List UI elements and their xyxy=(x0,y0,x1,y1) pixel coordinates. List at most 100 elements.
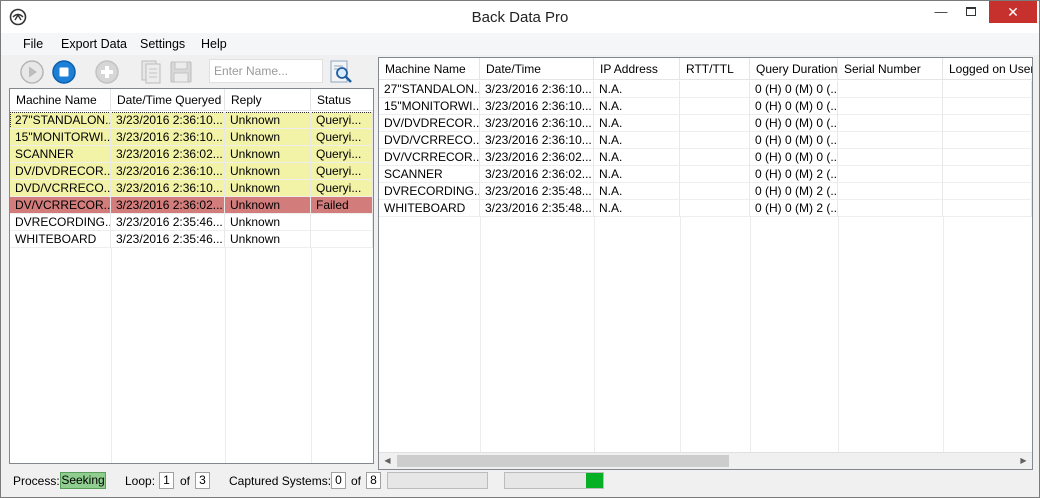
loop-progress-fill xyxy=(586,473,603,488)
name-search-input[interactable] xyxy=(209,59,323,83)
column-header-logged-on-user[interactable]: Logged on User xyxy=(943,58,1032,80)
date-time-cell: 3/23/2016 2:36:02... xyxy=(111,197,225,214)
logged-on-user-cell xyxy=(943,115,1032,132)
save-button[interactable] xyxy=(168,59,194,85)
column-header-machine-name[interactable]: Machine Name xyxy=(379,58,480,80)
document-button[interactable] xyxy=(138,59,164,85)
title-bar[interactable]: Back Data Pro — ✕ xyxy=(1,1,1039,33)
column-header-query-duration[interactable]: Query Duration xyxy=(750,58,838,80)
rtt-ttl-cell xyxy=(680,115,750,132)
status-cell: Queryi... xyxy=(311,112,373,129)
table-row[interactable]: DV/VCRRECOR... 3/23/2016 2:36:02... N.A. 0 … xyxy=(379,149,1032,166)
play-icon xyxy=(20,60,44,84)
ip-address-cell: N.A. xyxy=(594,115,680,132)
serial-number-cell xyxy=(838,166,943,183)
column-header-reply[interactable]: Reply xyxy=(225,89,311,111)
column-header-ip-address[interactable]: IP Address xyxy=(594,58,680,80)
table-row[interactable]: DV/DVDRECOR... 3/23/2016 2:36:10... N.A. 0 … xyxy=(379,115,1032,132)
table-row[interactable]: WHITEBOARD 3/23/2016 2:35:46... Unknown xyxy=(10,231,373,248)
ip-address-cell: N.A. xyxy=(594,183,680,200)
menu-export-data[interactable]: Export Data xyxy=(61,37,127,51)
query-duration-cell: 0 (H) 0 (M) 2 (... xyxy=(750,200,838,217)
reply-cell: Unknown xyxy=(225,112,311,129)
machine-name-cell: DV/VCRRECOR... xyxy=(10,197,111,214)
table-row[interactable]: 15"MONITORWI... 3/23/2016 2:36:10... N.A. 0… xyxy=(379,98,1032,115)
reply-cell: Unknown xyxy=(225,146,311,163)
rtt-ttl-cell xyxy=(680,149,750,166)
play-button[interactable] xyxy=(19,59,45,85)
add-icon xyxy=(95,60,119,84)
scroll-left-icon[interactable]: ◀ xyxy=(379,453,396,469)
column-divider xyxy=(943,216,944,453)
machine-name-cell: DVRECORDING... xyxy=(379,183,480,200)
machine-name-cell: DV/DVDRECOR... xyxy=(10,163,111,180)
serial-number-cell xyxy=(838,98,943,115)
ip-address-cell: N.A. xyxy=(594,166,680,183)
reply-cell: Unknown xyxy=(225,197,311,214)
column-header-rtt-ttl[interactable]: RTT/TTL xyxy=(680,58,750,80)
search-button[interactable] xyxy=(328,59,354,85)
column-header-serial-number[interactable]: Serial Number xyxy=(838,58,943,80)
table-row[interactable]: DVRECORDING... 3/23/2016 2:35:46... Unknow… xyxy=(10,214,373,231)
table-row[interactable]: WHITEBOARD 3/23/2016 2:35:48... N.A. 0 (H) … xyxy=(379,200,1032,217)
status-cell: Failed xyxy=(311,197,373,214)
table-row[interactable]: 15"MONITORWI... 3/23/2016 2:36:10... Unkno… xyxy=(10,129,373,146)
query-duration-cell: 0 (H) 0 (M) 0 (... xyxy=(750,81,838,98)
ip-address-cell: N.A. xyxy=(594,98,680,115)
column-header-status[interactable]: Status xyxy=(311,89,373,111)
machine-name-cell: DVD/VCRRECO... xyxy=(379,132,480,149)
table-row[interactable]: DVD/VCRRECO... 3/23/2016 2:36:10... Unknow… xyxy=(10,180,373,197)
menu-file[interactable]: File xyxy=(23,37,43,51)
date-time-cell: 3/23/2016 2:35:46... xyxy=(111,214,225,231)
query-duration-cell: 0 (H) 0 (M) 0 (... xyxy=(750,98,838,115)
machine-query-table-header: Machine Name Date/Time Queryed Reply Sta… xyxy=(10,89,373,111)
document-icon xyxy=(141,60,161,84)
rtt-ttl-cell xyxy=(680,98,750,115)
menu-bar: File Export Data Settings Help xyxy=(1,33,1039,55)
maximize-button[interactable] xyxy=(956,1,986,23)
minimize-icon: — xyxy=(934,4,948,19)
logged-on-user-cell xyxy=(943,132,1032,149)
reply-cell: Unknown xyxy=(225,129,311,146)
horizontal-scrollbar[interactable]: ◀ ▶ xyxy=(379,452,1032,469)
table-row[interactable]: DVRECORDING... 3/23/2016 2:35:48... N.A. 0 … xyxy=(379,183,1032,200)
table-row[interactable]: DV/DVDRECOR... 3/23/2016 2:36:10... Unknow… xyxy=(10,163,373,180)
reply-cell: Unknown xyxy=(225,180,311,197)
menu-help[interactable]: Help xyxy=(201,37,227,51)
scroll-thumb[interactable] xyxy=(397,455,729,467)
query-duration-cell: 0 (H) 0 (M) 2 (... xyxy=(750,183,838,200)
close-button[interactable]: ✕ xyxy=(989,1,1037,23)
captured-systems-table[interactable]: Machine Name Date/Time IP Address RTT/TT… xyxy=(378,57,1033,470)
date-time-cell: 3/23/2016 2:36:10... xyxy=(480,98,594,115)
date-time-cell: 3/23/2016 2:35:48... xyxy=(480,183,594,200)
machine-name-cell: DV/DVDRECOR... xyxy=(379,115,480,132)
column-header-date-time-queryed[interactable]: Date/Time Queryed xyxy=(111,89,225,111)
machine-query-table[interactable]: Machine Name Date/Time Queryed Reply Sta… xyxy=(9,88,374,464)
menu-settings[interactable]: Settings xyxy=(140,37,185,51)
column-header-date-time[interactable]: Date/Time xyxy=(480,58,594,80)
minimize-button[interactable]: — xyxy=(926,1,956,23)
captured-of-label: of xyxy=(351,474,362,488)
add-button[interactable] xyxy=(94,59,120,85)
table-row[interactable]: 27"STANDALON... 3/23/2016 2:36:10... Unkno… xyxy=(10,112,373,129)
table-row[interactable]: DVD/VCRRECO... 3/23/2016 2:36:10... N.A. 0 … xyxy=(379,132,1032,149)
logged-on-user-cell xyxy=(943,166,1032,183)
captured-progress-bar xyxy=(387,472,488,489)
date-time-cell: 3/23/2016 2:36:10... xyxy=(111,112,225,129)
column-header-machine-name[interactable]: Machine Name xyxy=(10,89,111,111)
ip-address-cell: N.A. xyxy=(594,200,680,217)
loop-label: Loop: xyxy=(125,474,156,488)
scroll-right-icon[interactable]: ▶ xyxy=(1015,453,1032,469)
date-time-cell: 3/23/2016 2:36:10... xyxy=(111,163,225,180)
status-cell xyxy=(311,214,373,231)
logged-on-user-cell xyxy=(943,98,1032,115)
rtt-ttl-cell xyxy=(680,183,750,200)
table-row[interactable]: DV/VCRRECOR... 3/23/2016 2:36:02... Unknow… xyxy=(10,197,373,214)
table-row[interactable]: 27"STANDALON... 3/23/2016 2:36:10... N.A. 0… xyxy=(379,81,1032,98)
machine-name-cell: 27"STANDALON... xyxy=(10,112,111,129)
table-row[interactable]: SCANNER 3/23/2016 2:36:02... N.A. 0 (H) 0 (… xyxy=(379,166,1032,183)
machine-name-cell: 15"MONITORWI... xyxy=(10,129,111,146)
stop-button[interactable] xyxy=(51,59,77,85)
query-duration-cell: 0 (H) 0 (M) 0 (... xyxy=(750,132,838,149)
table-row[interactable]: SCANNER 3/23/2016 2:36:02... Unknown Queryi… xyxy=(10,146,373,163)
